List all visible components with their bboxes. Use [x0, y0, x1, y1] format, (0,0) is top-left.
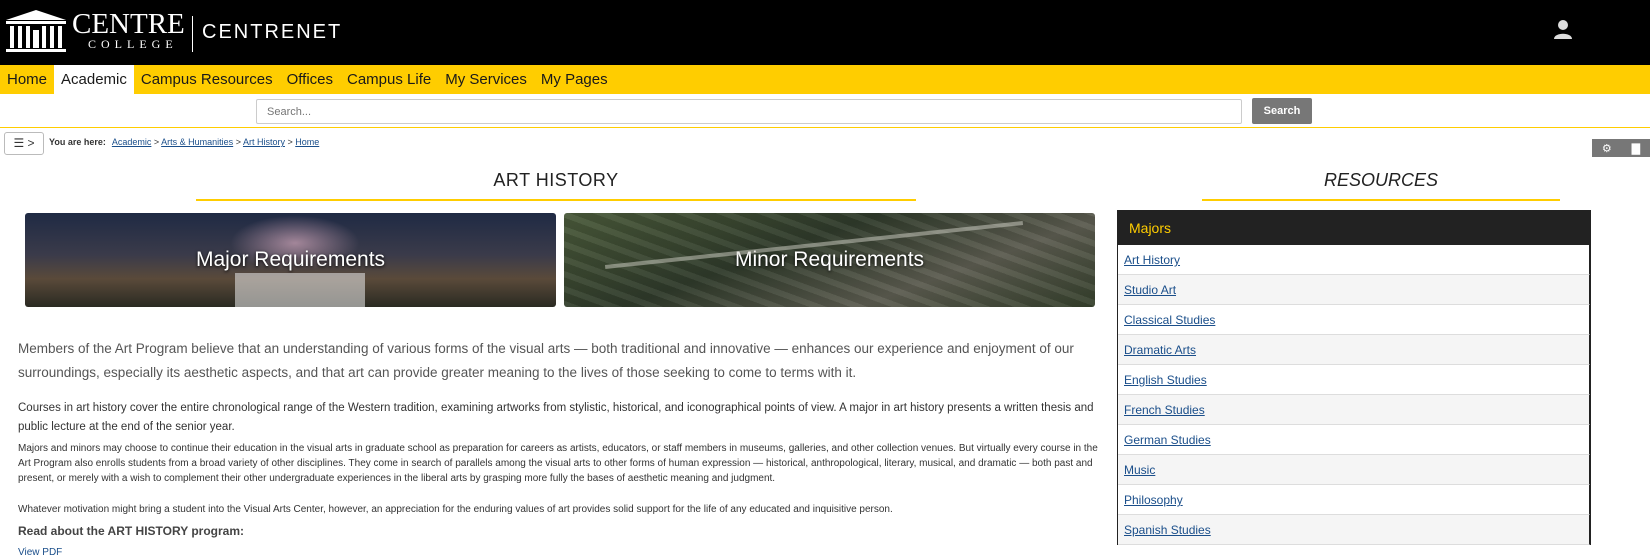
majors-minors-paragraph: Majors and minors may choose to continue…	[18, 443, 1098, 484]
motivation-paragraph: Whatever motivation might bring a studen…	[18, 504, 893, 515]
list-item: Dramatic Arts	[1118, 335, 1590, 365]
breadcrumb: You are here: Academic > Arts & Humaniti…	[49, 137, 320, 147]
major-requirements-tile[interactable]: Major Requirements	[25, 213, 556, 307]
centre-college-logo[interactable]	[4, 8, 68, 54]
list-item: French Studies	[1118, 395, 1590, 425]
search-bar: Search	[0, 94, 1650, 128]
list-item: Music	[1118, 455, 1590, 485]
nav-campus-resources[interactable]: Campus Resources	[134, 65, 280, 94]
intro-paragraph: Members of the Art Program believe that …	[18, 341, 1074, 380]
resources-box-heading: Majors	[1118, 211, 1590, 245]
resource-link-art-history[interactable]: Art History	[1124, 253, 1180, 267]
breadcrumb-row: ☰ > You are here: Academic > Arts & Huma…	[0, 130, 1650, 155]
list-item: Philosophy	[1118, 485, 1590, 515]
nav-my-pages[interactable]: My Pages	[534, 65, 615, 94]
page-tools: ⚙ ▇	[1592, 139, 1650, 157]
search-input[interactable]	[256, 99, 1242, 124]
sidebar-toggle-button[interactable]: ☰ >	[4, 132, 44, 155]
courses-paragraph: Courses in art history cover the entire …	[18, 402, 1094, 433]
columns-logo-icon	[6, 10, 66, 52]
top-bar: CENTRE COLLEGE CENTRENET	[0, 0, 1650, 65]
breadcrumb-academic[interactable]: Academic	[112, 137, 152, 147]
resource-link-philosophy[interactable]: Philosophy	[1124, 493, 1183, 507]
logo-centre-text: CENTRE	[72, 8, 185, 40]
breadcrumb-prefix: You are here:	[49, 137, 106, 147]
list-item: Studio Art	[1118, 275, 1590, 305]
minor-requirements-label: Minor Requirements	[734, 248, 925, 271]
user-icon[interactable]	[1552, 18, 1574, 40]
resource-link-music[interactable]: Music	[1124, 463, 1155, 477]
nav-academic[interactable]: Academic	[54, 65, 134, 94]
nav-my-services[interactable]: My Services	[438, 65, 534, 94]
gear-icon[interactable]: ⚙	[1602, 142, 1612, 155]
list-item: German Studies	[1118, 425, 1590, 455]
resources-list: Art History Studio Art Classical Studies…	[1118, 245, 1590, 545]
read-about-heading: Read about the ART HISTORY program:	[18, 524, 245, 538]
resources-underline	[1202, 199, 1560, 201]
resource-link-german-studies[interactable]: German Studies	[1124, 433, 1211, 447]
view-pdf-link[interactable]: View PDF	[18, 547, 62, 558]
major-requirements-label: Major Requirements	[195, 248, 386, 271]
breadcrumb-art-history[interactable]: Art History	[243, 137, 285, 147]
title-underline	[196, 199, 916, 201]
resources-title: RESOURCES	[1323, 170, 1439, 190]
printer-icon[interactable]: ▇	[1632, 142, 1640, 155]
main-nav: Home Academic Campus Resources Offices C…	[0, 65, 1650, 94]
resource-link-studio-art[interactable]: Studio Art	[1124, 283, 1176, 297]
resource-link-classical-studies[interactable]: Classical Studies	[1124, 313, 1215, 327]
resource-link-spanish-studies[interactable]: Spanish Studies	[1124, 523, 1211, 537]
resource-link-dramatic-arts[interactable]: Dramatic Arts	[1124, 343, 1196, 357]
minor-requirements-tile[interactable]: Minor Requirements	[564, 213, 1095, 307]
list-item: English Studies	[1118, 365, 1590, 395]
resources-box: Majors Art History Studio Art Classical …	[1117, 210, 1591, 545]
resource-link-french-studies[interactable]: French Studies	[1124, 403, 1205, 417]
logo-divider	[192, 16, 193, 52]
breadcrumb-arts-humanities[interactable]: Arts & Humanities	[161, 137, 233, 147]
resource-link-english-studies[interactable]: English Studies	[1124, 373, 1207, 387]
page-title: ART HISTORY	[493, 170, 619, 190]
breadcrumb-home[interactable]: Home	[295, 137, 319, 147]
site-name: CENTRENET	[202, 21, 343, 43]
logo-wordmark: CENTRE COLLEGE	[72, 8, 185, 51]
list-item: Classical Studies	[1118, 305, 1590, 335]
nav-offices[interactable]: Offices	[280, 65, 340, 94]
search-button[interactable]: Search	[1252, 98, 1312, 124]
list-item: Spanish Studies	[1118, 515, 1590, 545]
nav-home[interactable]: Home	[0, 65, 54, 94]
list-item: Art History	[1118, 245, 1590, 275]
nav-campus-life[interactable]: Campus Life	[340, 65, 438, 94]
logo-college-text: COLLEGE	[88, 37, 178, 51]
